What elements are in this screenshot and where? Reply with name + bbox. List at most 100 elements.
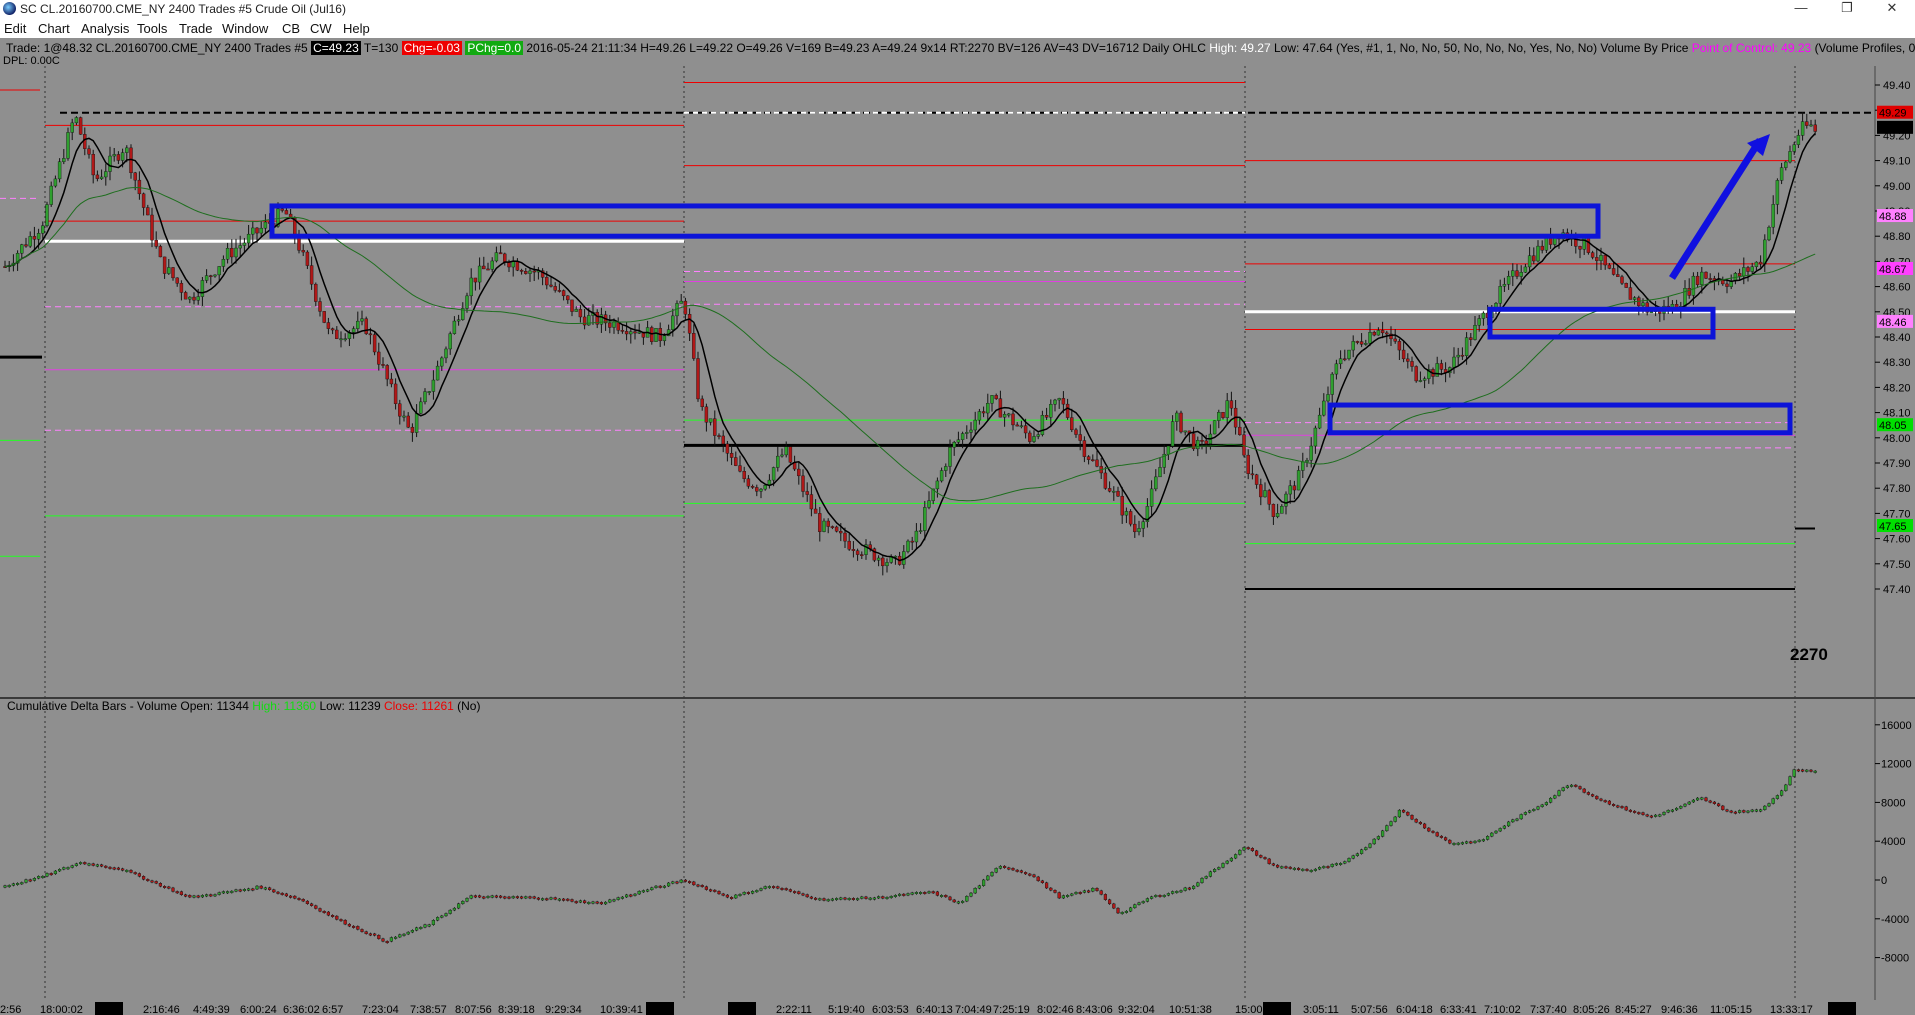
delta-bar [1003, 865, 1007, 868]
delta-bar [1691, 799, 1695, 803]
delta-bar [616, 897, 620, 900]
candle-body [1532, 255, 1536, 262]
delta-bar [1204, 876, 1208, 879]
delta-bar [1179, 890, 1183, 893]
delta-bar [1359, 849, 1364, 854]
delta-bar [499, 895, 503, 898]
delta-bar [683, 879, 687, 882]
delta-bar [1695, 797, 1700, 801]
delta-bar [1763, 805, 1767, 810]
candle-body [368, 333, 373, 336]
candle-body [532, 270, 536, 273]
delta-bar [1540, 804, 1544, 807]
candle-body [1137, 528, 1141, 533]
delta-bar [608, 899, 612, 903]
delta-bar [1040, 880, 1044, 883]
delta-bar [557, 898, 561, 901]
candle-body [935, 480, 940, 490]
delta-bar [923, 892, 927, 894]
candle-body [335, 329, 339, 339]
candle-body [53, 178, 58, 187]
delta-bar [1322, 866, 1326, 869]
delta-bar [1544, 802, 1548, 806]
delta-bar [583, 900, 587, 904]
candle-body [1267, 490, 1271, 505]
delta-bar [507, 896, 511, 899]
candle-body [545, 277, 549, 286]
candle-body [1343, 358, 1347, 361]
delta-bar [524, 896, 528, 899]
delta-bar [1506, 821, 1511, 827]
delta-bar [419, 927, 423, 929]
delta-bar [162, 886, 167, 888]
price-tick-label: 48.80 [1883, 231, 1911, 243]
candle-body [49, 185, 53, 205]
candle-body [414, 413, 419, 433]
candle-body [687, 314, 692, 334]
delta-bar [171, 887, 175, 892]
time-label: 7:38:57 [410, 1004, 447, 1015]
delta-bar [830, 898, 834, 901]
candle-body [1397, 341, 1402, 351]
time-label: 5:07:56 [1351, 1004, 1388, 1015]
candle-body [1246, 454, 1250, 474]
delta-bar [1158, 895, 1162, 897]
delta-bar [1742, 810, 1746, 813]
delta-bar [956, 901, 960, 904]
delta-bar [385, 941, 389, 944]
candle-body [624, 331, 629, 335]
candle-body [1036, 434, 1040, 437]
delta-bar [1477, 839, 1481, 842]
price-chart[interactable]: 2270 49.4049.3049.2049.1049.0048.9048.80… [0, 0, 1915, 1015]
delta-bar [1645, 814, 1649, 817]
delta-bar [835, 898, 839, 901]
delta-bar [137, 873, 141, 877]
delta-bar [692, 881, 696, 886]
delta-bar [877, 896, 881, 899]
candle-body [713, 418, 717, 436]
candle-body [1023, 425, 1028, 434]
delta-bar [688, 881, 692, 884]
delta-bar [1355, 853, 1359, 856]
candle-body [1212, 420, 1217, 435]
delta-bar [204, 894, 209, 897]
delta-bar [1036, 876, 1040, 882]
candle-body [797, 468, 801, 477]
candle-body [1624, 283, 1628, 288]
candle-body [612, 321, 616, 328]
candle-body [238, 245, 242, 249]
delta-bar [1309, 870, 1313, 872]
delta-bar [436, 917, 440, 921]
delta-bar [91, 863, 95, 866]
delta-bar [1070, 893, 1074, 896]
delta-bar [1397, 809, 1401, 818]
candle-body [1527, 255, 1532, 268]
support-zone-box [1487, 306, 1716, 340]
candle-body [1406, 358, 1410, 362]
candle-body [1469, 337, 1473, 340]
delta-bar [717, 891, 721, 895]
candle-body [1578, 246, 1582, 250]
candle-body [423, 391, 427, 403]
price-tick-label: 48.60 [1883, 282, 1911, 294]
delta-bar [1725, 809, 1729, 812]
delta-bar [192, 895, 196, 898]
delta-bar [1590, 794, 1595, 797]
candle-body [1725, 283, 1729, 287]
candle-body [742, 471, 746, 479]
delta-bar [1536, 806, 1540, 810]
delta-bar [931, 891, 935, 894]
delta-bar [1275, 864, 1280, 868]
candle-body [1141, 521, 1145, 529]
delta-bar [961, 900, 965, 903]
delta-bar [553, 897, 557, 900]
candle-body [1502, 284, 1507, 287]
price-tick-label: 47.40 [1883, 584, 1911, 596]
delta-bar [225, 891, 230, 894]
delta-bar [3, 885, 7, 888]
candle-body [700, 398, 704, 408]
candle-body [1322, 400, 1326, 416]
candle-body [469, 277, 473, 297]
delta-bar [675, 881, 679, 884]
delta-bar [809, 896, 813, 899]
